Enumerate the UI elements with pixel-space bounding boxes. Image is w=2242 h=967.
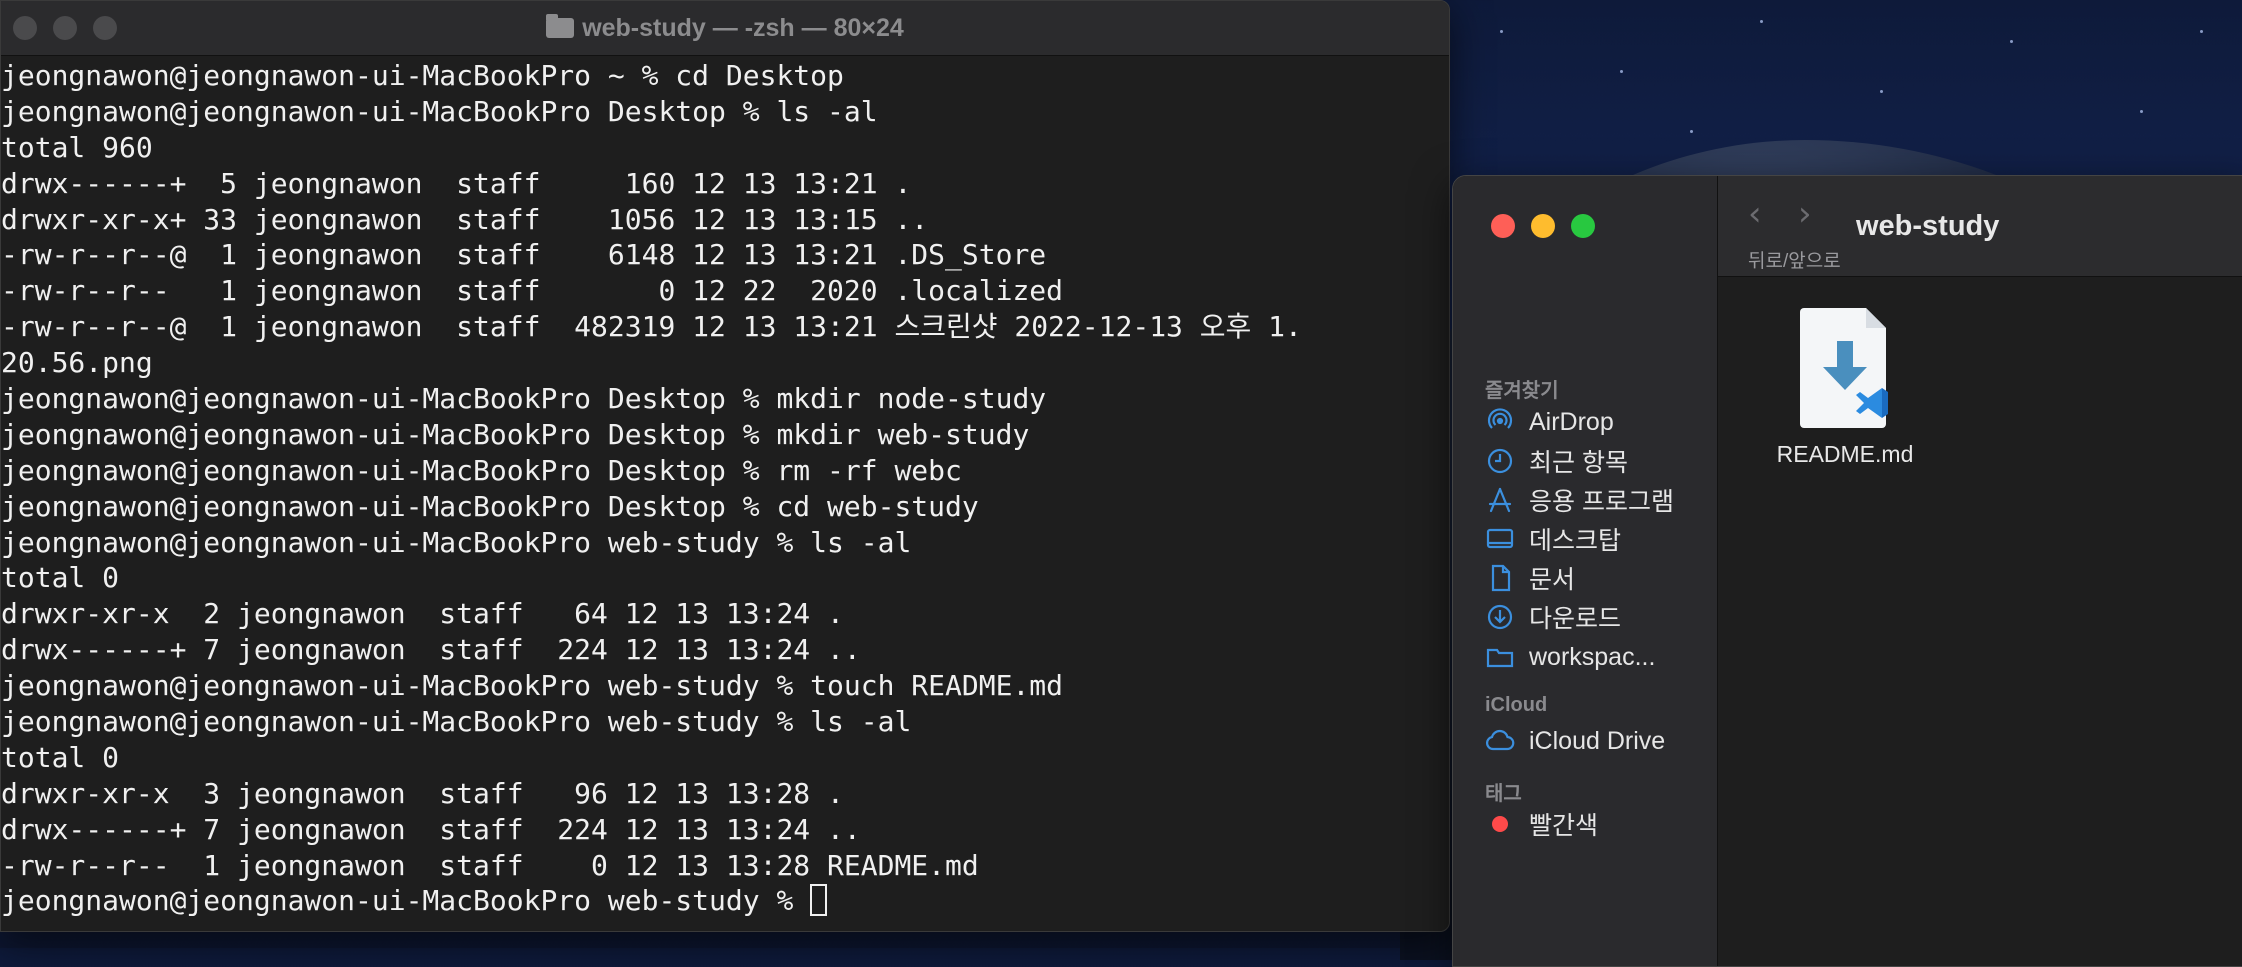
window-title: web-study	[1856, 210, 2000, 242]
sidebar-item-workspace[interactable]: workspac...	[1485, 637, 1655, 677]
sidebar-item-downloads[interactable]: 다운로드	[1485, 597, 1621, 637]
sidebar-item-recents[interactable]: 최근 항목	[1485, 441, 1628, 481]
red-tag-dot-icon	[1485, 809, 1515, 839]
back-button[interactable]: ‹	[1748, 194, 1762, 234]
terminal-line: jeongnawon@jeongnawon-ui-MacBookPro web-…	[1, 883, 1449, 919]
nav-label: 뒤로/앞으로	[1748, 251, 1841, 272]
desktop-icon	[1485, 524, 1515, 554]
terminal-line: total 0	[1, 561, 120, 595]
star	[2140, 110, 2143, 113]
terminal-line: -rw-r--r-- 1 jeongnawon staff 0 12 13 13…	[1, 848, 979, 882]
star	[1500, 30, 1503, 33]
finder-sidebar: 즐겨찾기 AirDrop 최근 항목 응용 프로그램 데스크탑 문서 다운로드 …	[1453, 176, 1718, 966]
sidebar-item-label: 다운로드	[1529, 605, 1622, 633]
sidebar-item-label: AirDrop	[1529, 407, 1614, 436]
star	[1880, 90, 1883, 93]
star	[2200, 30, 2203, 33]
applications-icon	[1485, 485, 1515, 515]
close-button[interactable]	[1491, 214, 1515, 238]
terminal-window[interactable]: web-study — -zsh — 80×24 jeongnawon@jeon…	[0, 0, 1450, 932]
star	[1760, 20, 1763, 23]
sidebar-section-tags: 태그	[1485, 783, 1522, 805]
terminal-line: drwxr-xr-x 2 jeongnawon staff 64 12 13 1…	[1, 597, 844, 631]
download-icon	[1485, 602, 1515, 632]
terminal-line: jeongnawon@jeongnawon-ui-MacBookPro Desk…	[1, 382, 1047, 416]
terminal-line: jeongnawon@jeongnawon-ui-MacBookPro Desk…	[1, 489, 979, 523]
folder-icon	[546, 14, 575, 38]
terminal-line: -rw-r--r--@ 1 jeongnawon staff 482319 12…	[1, 310, 1302, 344]
terminal-line: 20.56.png	[1, 346, 153, 380]
terminal-line: total 960	[1, 130, 153, 164]
sidebar-item-label: 최근 항목	[1529, 449, 1628, 477]
finder-window[interactable]: 즐겨찾기 AirDrop 최근 항목 응용 프로그램 데스크탑 문서 다운로드 …	[1452, 175, 2242, 967]
terminal-line: drwx------+ 7 jeongnawon staff 224 12 13…	[1, 812, 861, 846]
terminal-line: jeongnawon@jeongnawon-ui-MacBookPro web-…	[1, 669, 1064, 703]
sidebar-item-label: 데스크탑	[1529, 527, 1622, 555]
finder-toolbar: ‹ › 뒤로/앞으로 web-study	[1718, 176, 2242, 277]
terminal-line: -rw-r--r-- 1 jeongnawon staff 0 12 22 20…	[1, 274, 1064, 308]
terminal-line: total 0	[1, 740, 120, 774]
forward-button[interactable]: ›	[1798, 194, 1812, 234]
sidebar-item-label: 문서	[1529, 566, 1576, 594]
finder-content[interactable]: ‹ › 뒤로/앞으로 web-study README.md	[1718, 176, 2242, 966]
terminal-line: jeongnawon@jeongnawon-ui-MacBookPro Desk…	[1, 453, 962, 487]
terminal-titlebar[interactable]: web-study — -zsh — 80×24	[1, 1, 1449, 56]
terminal-title-text: web-study — -zsh — 80×24	[582, 14, 904, 42]
terminal-line: drwxr-xr-x+ 33 jeongnawon staff 1056 12 …	[1, 202, 929, 236]
sidebar-item-airdrop[interactable]: AirDrop	[1485, 402, 1614, 442]
document-icon	[1485, 563, 1515, 593]
sidebar-item-label: 빨간색	[1529, 812, 1599, 840]
file-name: README.md	[1776, 441, 1914, 467]
terminal-line: -rw-r--r--@ 1 jeongnawon staff 6148 12 1…	[1, 238, 1047, 272]
terminal-line: drwx------+ 5 jeongnawon staff 160 12 13…	[1, 166, 912, 200]
sidebar-item-label: 응용 프로그램	[1529, 488, 1674, 516]
sidebar-item-documents[interactable]: 문서	[1485, 558, 1575, 598]
star	[1690, 130, 1693, 133]
sidebar-item-tag-red[interactable]: 빨간색	[1485, 804, 1598, 844]
terminal-line: drwx------+ 7 jeongnawon staff 224 12 13…	[1, 633, 861, 667]
terminal-cursor	[810, 884, 828, 917]
markdown-file-icon	[1790, 306, 1900, 431]
sidebar-item-label: iCloud Drive	[1529, 726, 1666, 755]
airdrop-icon	[1485, 407, 1515, 437]
sidebar-section-favorites: 즐겨찾기	[1485, 380, 1559, 402]
sidebar-section-icloud: iCloud	[1485, 694, 1548, 716]
terminal-line: jeongnawon@jeongnawon-ui-MacBookPro ~ % …	[1, 59, 844, 92]
file-item-readme[interactable]: README.md	[1770, 306, 1920, 468]
cloud-icon	[1485, 726, 1515, 756]
terminal-line: jeongnawon@jeongnawon-ui-MacBookPro web-…	[1, 705, 912, 739]
clock-icon	[1485, 446, 1515, 476]
window-controls	[1491, 214, 1595, 238]
terminal-line: jeongnawon@jeongnawon-ui-MacBookPro Desk…	[1, 417, 1030, 451]
terminal-line: drwxr-xr-x 3 jeongnawon staff 96 12 13 1…	[1, 776, 844, 810]
terminal-line: jeongnawon@jeongnawon-ui-MacBookPro Desk…	[1, 94, 878, 128]
sidebar-item-desktop[interactable]: 데스크탑	[1485, 519, 1621, 559]
star	[1620, 70, 1623, 73]
sidebar-item-icloud-drive[interactable]: iCloud Drive	[1485, 721, 1665, 761]
terminal-line: jeongnawon@jeongnawon-ui-MacBookPro web-…	[1, 525, 912, 559]
terminal-output[interactable]: jeongnawon@jeongnawon-ui-MacBookPro ~ % …	[1, 56, 1449, 919]
terminal-title: web-study — -zsh — 80×24	[1, 14, 1449, 43]
sidebar-item-label: workspac...	[1529, 642, 1656, 671]
folder-icon	[1485, 642, 1515, 672]
star	[2010, 40, 2013, 43]
zoom-button[interactable]	[1571, 214, 1595, 238]
minimize-button[interactable]	[1531, 214, 1555, 238]
sidebar-item-applications[interactable]: 응용 프로그램	[1485, 480, 1674, 520]
